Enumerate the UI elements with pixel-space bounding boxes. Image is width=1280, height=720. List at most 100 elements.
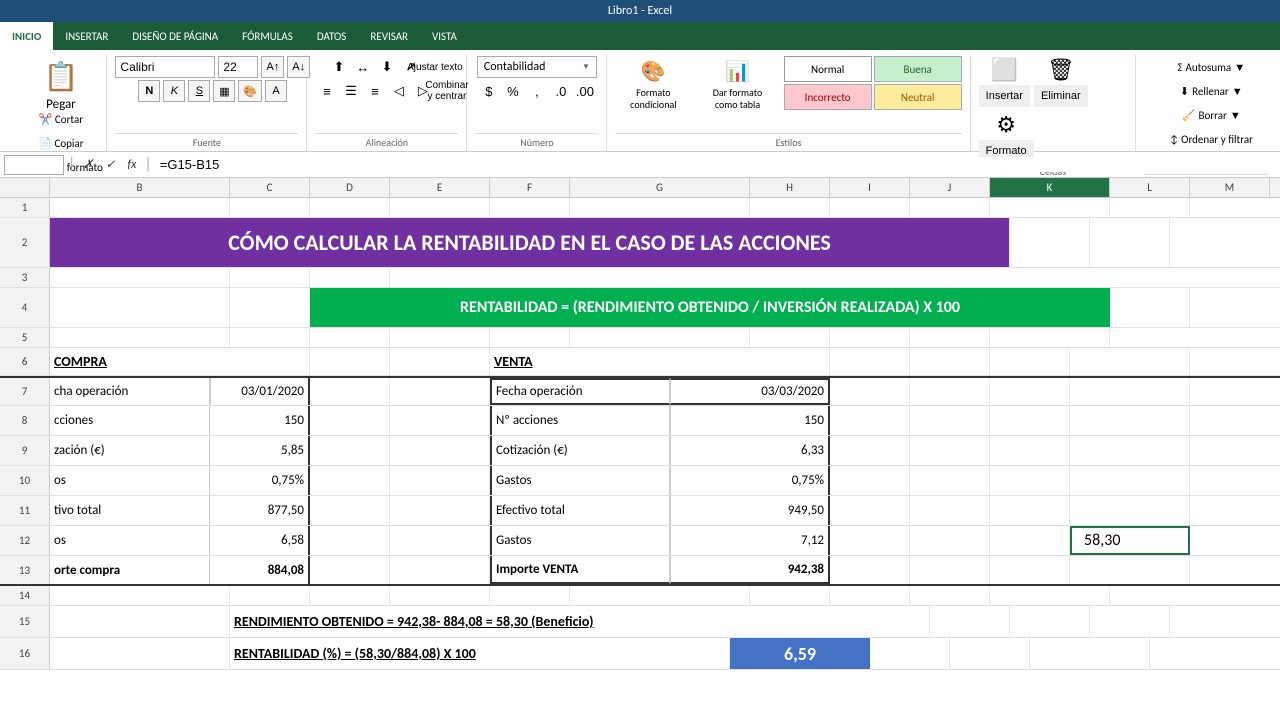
cell-k15[interactable] bbox=[1170, 606, 1280, 637]
cell-d1[interactable] bbox=[310, 198, 390, 217]
font-name-input[interactable] bbox=[115, 56, 215, 78]
cell-title-main[interactable]: CÓMO CALCULAR LA RENTABILIDAD EN EL CASO… bbox=[50, 218, 1010, 267]
cell-c10[interactable]: 0,75% bbox=[210, 466, 310, 495]
ordenar-button[interactable]: ↕ Ordenar y filtrar bbox=[1163, 128, 1260, 150]
cell-e7[interactable] bbox=[390, 378, 490, 405]
cell-h13[interactable] bbox=[830, 556, 910, 584]
cell-i1[interactable] bbox=[830, 198, 910, 217]
cell-f7-venta-label[interactable]: Fecha operación bbox=[490, 378, 670, 405]
cell-b13[interactable]: orte compra bbox=[50, 556, 210, 584]
style-normal[interactable]: Normal bbox=[784, 56, 872, 82]
cell-efgh3[interactable] bbox=[390, 268, 1280, 287]
col-header-h[interactable]: H bbox=[750, 178, 830, 197]
font-size-input[interactable] bbox=[218, 56, 258, 78]
cell-g12[interactable]: 7,12 bbox=[670, 526, 830, 555]
cell-j7[interactable] bbox=[990, 378, 1070, 405]
name-box[interactable] bbox=[4, 155, 64, 175]
cell-c13[interactable]: 884,08 bbox=[210, 556, 310, 584]
col-header-b[interactable]: B bbox=[50, 178, 230, 197]
cell-b8[interactable]: cciones bbox=[50, 406, 210, 435]
col-header-l[interactable]: L bbox=[1110, 178, 1190, 197]
cell-e6[interactable] bbox=[390, 348, 490, 375]
rellenar-button[interactable]: ⬇ Rellenar ▼ bbox=[1173, 80, 1250, 102]
cell-d7[interactable] bbox=[310, 378, 390, 405]
col-header-f[interactable]: F bbox=[490, 178, 570, 197]
dec-inc-button[interactable]: .0 bbox=[550, 80, 572, 102]
cell-f10[interactable]: Gastos bbox=[490, 466, 670, 495]
align-left-button[interactable]: ≡ bbox=[316, 80, 338, 102]
cell-j9[interactable] bbox=[990, 436, 1070, 465]
cell-k7[interactable] bbox=[1070, 378, 1190, 405]
tab-formulas[interactable]: FÓRMULAS bbox=[230, 22, 305, 50]
currency-button[interactable]: $ bbox=[478, 80, 500, 102]
cell-b9[interactable]: zación (€) bbox=[50, 436, 210, 465]
col-header-e[interactable]: E bbox=[390, 178, 490, 197]
cell-g7-venta-value[interactable]: 03/03/2020 bbox=[670, 378, 830, 405]
cell-k12[interactable]: 58,30 bbox=[1070, 526, 1190, 555]
cell-b10[interactable]: os bbox=[50, 466, 210, 495]
cell-i6[interactable] bbox=[910, 348, 990, 375]
cell-i9[interactable] bbox=[910, 436, 990, 465]
cell-c3[interactable] bbox=[230, 268, 310, 287]
cell-b4[interactable] bbox=[50, 288, 230, 327]
align-middle-button[interactable]: ↔ bbox=[352, 56, 374, 78]
tab-insertar[interactable]: INSERTAR bbox=[53, 22, 120, 50]
accept-button[interactable]: ✓ bbox=[101, 157, 119, 172]
cell-j8[interactable] bbox=[990, 406, 1070, 435]
tab-vista[interactable]: VISTA bbox=[420, 22, 469, 50]
wrap-text-button[interactable]: Ajustar texto bbox=[424, 56, 446, 78]
col-header-j[interactable]: J bbox=[910, 178, 990, 197]
function-button[interactable]: fx bbox=[124, 158, 141, 172]
cell-f8-venta-label[interactable]: Nº acciones bbox=[490, 406, 670, 435]
col-header-c[interactable]: C bbox=[230, 178, 310, 197]
formato-condicional-button[interactable]: 🎨 Formato condicional bbox=[615, 56, 691, 106]
cell-j10[interactable] bbox=[990, 466, 1070, 495]
cell-venta-label[interactable]: VENTA bbox=[490, 348, 830, 375]
dec-dec-button[interactable]: .00 bbox=[574, 80, 596, 102]
cell-h1[interactable] bbox=[750, 198, 830, 217]
cell-c5[interactable] bbox=[230, 328, 310, 347]
cell-j13[interactable] bbox=[990, 556, 1070, 584]
cell-l2[interactable] bbox=[1090, 218, 1170, 267]
underline-button[interactable]: S bbox=[188, 80, 210, 102]
cell-d13[interactable] bbox=[310, 556, 390, 584]
style-incorrecto[interactable]: Incorrecto bbox=[784, 84, 872, 110]
dar-formato-button[interactable]: 📊 Dar formato como tabla bbox=[694, 56, 780, 106]
cell-g14[interactable] bbox=[570, 586, 750, 605]
cell-g11[interactable]: 949,50 bbox=[670, 496, 830, 525]
cell-e9[interactable] bbox=[390, 436, 490, 465]
cell-c9[interactable]: 5,85 bbox=[210, 436, 310, 465]
cell-f13[interactable]: Importe VENTA bbox=[490, 556, 670, 584]
cell-h9[interactable] bbox=[830, 436, 910, 465]
cell-d8[interactable] bbox=[310, 406, 390, 435]
cell-j4[interactable] bbox=[1110, 288, 1190, 327]
font-grow-button[interactable]: A↑ bbox=[261, 56, 284, 78]
cell-rendimiento[interactable]: RENDIMIENTO OBTENIDO = 942,38- 884,08 = … bbox=[230, 606, 930, 637]
cell-i5[interactable] bbox=[830, 328, 910, 347]
cell-g8-venta-value[interactable]: 150 bbox=[670, 406, 830, 435]
cell-h15[interactable] bbox=[930, 606, 1010, 637]
cell-i16[interactable] bbox=[870, 638, 950, 669]
cell-g5[interactable] bbox=[570, 328, 750, 347]
style-neutral[interactable]: Neutral bbox=[874, 84, 962, 110]
indent-dec-button[interactable]: ◁ bbox=[388, 80, 410, 102]
col-header-d[interactable]: D bbox=[310, 178, 390, 197]
cell-b16[interactable] bbox=[50, 638, 230, 669]
cell-g1[interactable] bbox=[570, 198, 750, 217]
cell-h8[interactable] bbox=[830, 406, 910, 435]
cell-i10[interactable] bbox=[910, 466, 990, 495]
cell-k16[interactable] bbox=[1030, 638, 1150, 669]
cell-k1[interactable] bbox=[990, 198, 1110, 217]
cell-f11[interactable]: Efectivo total bbox=[490, 496, 670, 525]
cell-formula-title[interactable]: RENTABILIDAD = (RENDIMIENTO OBTENIDO / I… bbox=[310, 288, 1110, 327]
cell-e5[interactable] bbox=[390, 328, 490, 347]
cell-k6[interactable] bbox=[1070, 348, 1190, 375]
cell-j12[interactable] bbox=[990, 526, 1070, 555]
fx-button[interactable]: ✗ bbox=[79, 157, 97, 172]
cell-h6[interactable] bbox=[830, 348, 910, 375]
cell-h7[interactable] bbox=[830, 378, 910, 405]
cell-e1[interactable] bbox=[390, 198, 490, 217]
autosuma-button[interactable]: Σ Autosuma ▼ bbox=[1170, 56, 1252, 78]
col-header-i[interactable]: I bbox=[830, 178, 910, 197]
cell-d3[interactable] bbox=[310, 268, 390, 287]
